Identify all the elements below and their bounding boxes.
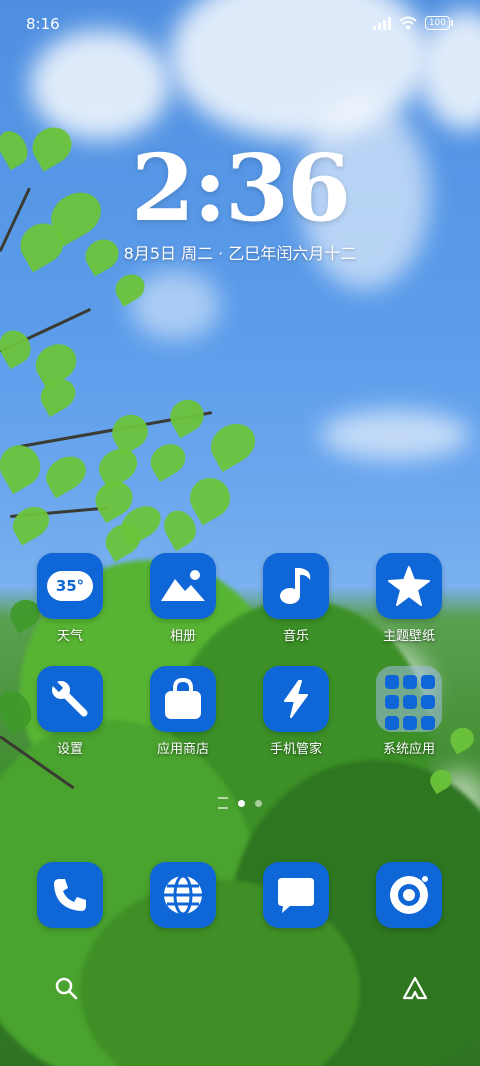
app-gallery[interactable]: 相册 [133,553,233,644]
app-label: 音乐 [282,629,309,644]
app-settings[interactable]: 设置 [20,666,120,757]
app-label: 相册 [169,629,196,644]
app-weather[interactable]: 35° 天气 [20,553,120,644]
app-theme[interactable]: 主题壁纸 [359,553,459,644]
app-label: 手机管家 [269,742,322,757]
music-icon [263,553,329,619]
dock-browser[interactable] [133,862,233,928]
lockscreen-clock: 2:36 [130,134,351,242]
battery-icon: 100 [424,16,454,30]
app-label: 主题壁纸 [382,629,435,644]
weather-icon: 35° [37,553,103,619]
dock-messages[interactable] [246,862,346,928]
status-icons: 100 [372,16,454,30]
wrench-icon [37,666,103,732]
search-icon[interactable] [54,976,78,1000]
status-time: 8:16 [26,15,60,33]
shopping-bag-icon [150,666,216,732]
page-dot[interactable] [255,799,262,807]
page-indicator[interactable] [0,797,480,809]
dock-phone[interactable] [20,862,120,928]
camera-icon [376,862,442,928]
app-security[interactable]: 手机管家 [246,666,346,757]
folder-icon [376,666,442,732]
list-view-icon[interactable] [218,797,228,809]
app-label: 应用商店 [156,742,209,757]
status-bar: 8:16 100 [0,0,480,48]
phone-icon [37,862,103,928]
dock-camera[interactable] [359,862,459,928]
assistant-icon[interactable] [402,976,428,1000]
message-icon [263,862,329,928]
lockscreen-date: 8月5日 周二 · 乙巳年闰六月十二 [123,244,357,263]
app-label: 系统应用 [382,742,435,757]
globe-icon [150,862,216,928]
wifi-icon [399,16,417,30]
theme-star-icon [376,553,442,619]
app-label: 天气 [56,629,83,644]
app-label: 设置 [56,742,83,757]
app-music[interactable]: 音乐 [246,553,346,644]
lightning-icon [263,666,329,732]
app-folder-system[interactable]: 系统应用 [359,666,459,757]
app-store[interactable]: 应用商店 [133,666,233,757]
weather-temperature: 35° [55,577,85,595]
gallery-icon [150,553,216,619]
page-dot-active[interactable] [238,799,245,807]
signal-icon [372,16,391,30]
